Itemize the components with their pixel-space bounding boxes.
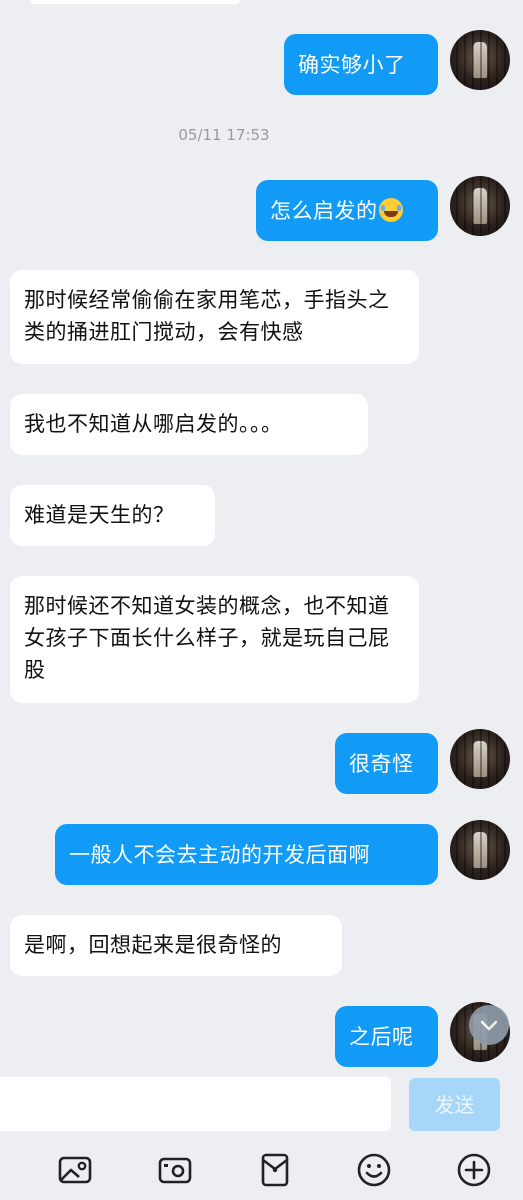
emoji-icon[interactable] [354, 1150, 394, 1190]
incoming-message[interactable]: 难道是天生的？ [10, 485, 215, 546]
incoming-message[interactable]: 我也不知道从哪启发的。。。 [10, 394, 368, 455]
composer: 发送 [0, 1072, 523, 1138]
my-avatar[interactable] [450, 729, 510, 789]
message-text: 之后呢 [349, 1025, 414, 1049]
chevron-down-icon [480, 1020, 498, 1031]
incoming-message[interactable]: 是啊，回想起来是很奇怪的 [10, 915, 342, 976]
my-avatar[interactable] [450, 820, 510, 880]
send-button[interactable]: 发送 [409, 1078, 500, 1131]
message-text: 那时候还不知道女装的概念，也不知道女孩子下面长什么样子，就是玩自己屁股 [24, 594, 390, 682]
outgoing-message[interactable]: 之后呢 [335, 1006, 438, 1067]
message-text: 确实够小了 [298, 53, 406, 77]
incoming-message[interactable]: 那时候经常偷偷在家用笔芯，手指头之类的捅进肛门搅动，会有快感 [10, 270, 419, 364]
red-packet-icon[interactable] [255, 1150, 295, 1190]
message-text: 一般人不会去主动的开发后面啊 [69, 843, 370, 867]
timestamp: 05/11 17:53 [178, 126, 270, 144]
my-avatar[interactable] [450, 176, 510, 236]
message-text: 是啊，回想起来是很奇怪的 [24, 933, 282, 957]
outgoing-message[interactable]: 很奇怪 [335, 733, 438, 794]
message-text: 我也不知道从哪启发的。。。 [24, 412, 283, 436]
outgoing-message[interactable]: 一般人不会去主动的开发后面啊 [55, 824, 438, 885]
outgoing-message[interactable]: 怎么启发的 [256, 180, 438, 241]
message-text: 怎么启发的 [270, 199, 378, 223]
message-input[interactable] [0, 1077, 391, 1131]
bottom-toolbar [0, 1138, 523, 1200]
plus-icon[interactable] [454, 1150, 494, 1190]
message-text: 很奇怪 [349, 752, 414, 776]
my-avatar[interactable] [450, 30, 510, 90]
incoming-message[interactable]: 那时候还不知道女装的概念，也不知道女孩子下面长什么样子，就是玩自己屁股 [10, 576, 419, 703]
chat-history[interactable]: 确实够小了 05/11 17:53 怎么启发的 那时候经常偷偷在家用笔芯，手指头… [0, 0, 523, 1072]
camera-icon[interactable] [155, 1150, 195, 1190]
laughing-crying-emoji-icon [378, 198, 403, 222]
message-text: 难道是天生的？ [24, 503, 175, 527]
outgoing-message[interactable]: 确实够小了 [284, 34, 438, 95]
scroll-to-bottom-button[interactable] [469, 1005, 509, 1045]
message-text: 那时候经常偷偷在家用笔芯，手指头之类的捅进肛门搅动，会有快感 [24, 288, 390, 344]
image-icon[interactable] [55, 1150, 95, 1190]
previous-message-edge [30, 0, 240, 4]
